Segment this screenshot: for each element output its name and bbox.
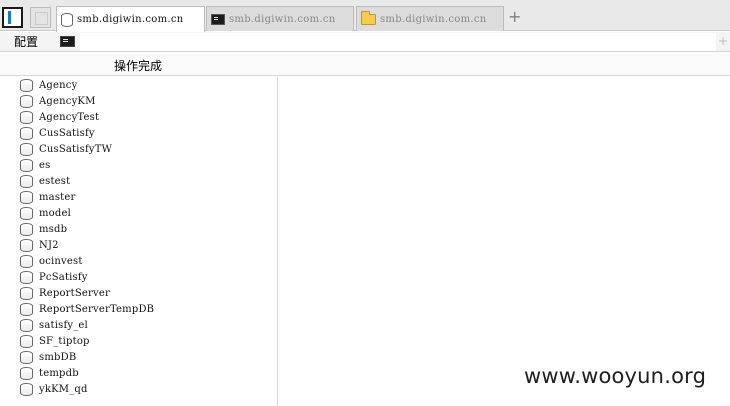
tab-session-files[interactable]: smb.digiwin.com.cn	[356, 6, 504, 31]
tab-label: smb.digiwin.com.cn	[77, 14, 184, 25]
database-item-nj2[interactable]: NJ2	[20, 237, 154, 253]
folder-icon	[361, 11, 376, 25]
database-icon	[20, 222, 33, 236]
tab-session-terminal[interactable]: smb.digiwin.com.cn	[206, 6, 354, 31]
database-icon	[20, 270, 33, 284]
database-item-agency[interactable]: Agency	[20, 77, 154, 93]
database-name: ReportServer	[39, 287, 110, 299]
database-name: NJ2	[39, 239, 59, 251]
database-icon	[20, 158, 33, 172]
command-input[interactable]	[80, 33, 716, 51]
add-tab-button[interactable]: +	[508, 8, 521, 26]
database-name: ReportServerTempDB	[39, 303, 155, 315]
database-item-agencykm[interactable]: AgencyKM	[20, 93, 154, 109]
database-name: ocinvest	[39, 255, 83, 267]
tab-session-database[interactable]: smb.digiwin.com.cn	[56, 6, 205, 32]
database-icon	[20, 254, 33, 268]
terminal-icon	[211, 13, 225, 25]
tab-label: smb.digiwin.com.cn	[380, 13, 487, 25]
database-icon	[20, 174, 33, 188]
database-item-reportservertempdb[interactable]: ReportServerTempDB	[20, 301, 154, 317]
database-icon	[20, 286, 33, 300]
database-name: model	[39, 207, 72, 219]
toolbar: 配置 +	[0, 32, 730, 52]
database-name: estest	[39, 175, 71, 187]
database-icon	[20, 382, 33, 396]
database-item-cussatisfytw[interactable]: CusSatisfyTW	[20, 141, 154, 157]
database-item-estest[interactable]: estest	[20, 173, 154, 189]
database-name: master	[39, 191, 76, 203]
database-name: AgencyKM	[39, 95, 96, 107]
database-item-es[interactable]: es	[20, 157, 154, 173]
database-icon	[20, 350, 33, 364]
database-icon	[20, 94, 33, 108]
database-item-ykkm-qd[interactable]: ykKM_qd	[20, 381, 154, 397]
database-item-satisfy-el[interactable]: satisfy_el	[20, 317, 154, 333]
database-name: msdb	[39, 223, 68, 235]
database-icon	[20, 302, 33, 316]
layout-toggle-icon[interactable]	[2, 7, 23, 28]
database-icon	[20, 334, 33, 348]
tab-label: smb.digiwin.com.cn	[229, 13, 336, 25]
database-icon	[61, 12, 73, 27]
database-name: Agency	[39, 79, 78, 91]
database-list: Agency AgencyKM AgencyTest CusSatisfy Cu…	[20, 77, 154, 397]
database-icon	[20, 110, 33, 124]
status-bar: 操作完成	[0, 53, 730, 76]
database-icon	[20, 366, 33, 380]
database-item-smbdb[interactable]: smbDB	[20, 349, 154, 365]
database-item-ocinvest[interactable]: ocinvest	[20, 253, 154, 269]
database-name: ykKM_qd	[39, 383, 88, 395]
database-name: AgencyTest	[39, 111, 100, 123]
expand-icon[interactable]: +	[718, 34, 728, 48]
database-icon	[20, 126, 33, 140]
database-name: PcSatisfy	[39, 271, 88, 283]
config-button[interactable]: 配置	[0, 32, 52, 52]
database-item-agencytest[interactable]: AgencyTest	[20, 109, 154, 125]
detail-pane	[279, 77, 730, 406]
watermark: www.wooyun.org	[524, 364, 707, 388]
database-icon	[20, 206, 33, 220]
database-icon	[20, 238, 33, 252]
database-name: CusSatisfyTW	[39, 143, 113, 155]
database-icon	[20, 78, 33, 92]
database-name: SF_tiptop	[39, 335, 90, 347]
blank-window-icon[interactable]	[30, 7, 51, 28]
database-icon	[20, 142, 33, 156]
database-icon	[20, 190, 33, 204]
database-icon	[20, 318, 33, 332]
database-list-pane: Agency AgencyKM AgencyTest CusSatisfy Cu…	[0, 77, 278, 406]
terminal-icon	[60, 36, 75, 47]
status-text: 操作完成	[114, 59, 163, 73]
database-name: tempdb	[39, 367, 79, 379]
database-name: satisfy_el	[39, 319, 88, 331]
database-item-model[interactable]: model	[20, 205, 154, 221]
database-name: smbDB	[39, 351, 77, 363]
database-item-reportserver[interactable]: ReportServer	[20, 285, 154, 301]
tab-bar: smb.digiwin.com.cn smb.digiwin.com.cn sm…	[0, 0, 730, 32]
database-item-master[interactable]: master	[20, 189, 154, 205]
database-item-cussatisfy[interactable]: CusSatisfy	[20, 125, 154, 141]
database-name: CusSatisfy	[39, 127, 95, 139]
database-name: es	[39, 159, 51, 171]
database-item-pcsatisfy[interactable]: PcSatisfy	[20, 269, 154, 285]
database-item-msdb[interactable]: msdb	[20, 221, 154, 237]
database-item-tempdb[interactable]: tempdb	[20, 365, 154, 381]
database-item-sf-tiptop[interactable]: SF_tiptop	[20, 333, 154, 349]
